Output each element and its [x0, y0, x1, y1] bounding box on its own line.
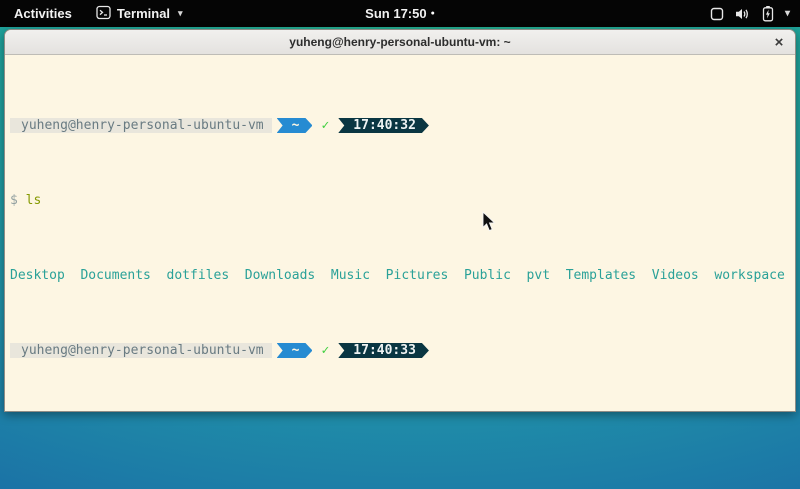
notification-dot: ●: [431, 10, 435, 17]
display-icon: [709, 6, 725, 22]
prompt-user-host: yuheng@henry-personal-ubuntu-vm: [10, 118, 272, 133]
clock[interactable]: Sun 17:50 ●: [365, 0, 435, 27]
command-text: ls: [26, 193, 42, 208]
window-title: yuheng@henry-personal-ubuntu-vm: ~: [289, 35, 510, 49]
prompt-line: yuheng@henry-personal-ubuntu-vm ~ ✓ 17:4…: [10, 118, 795, 133]
clock-label: Sun 17:50: [365, 6, 426, 21]
prompt-symbol: $: [10, 193, 18, 208]
close-button[interactable]: ×: [763, 30, 795, 54]
prompt-user-host: yuheng@henry-personal-ubuntu-vm: [10, 343, 272, 358]
terminal-content[interactable]: yuheng@henry-personal-ubuntu-vm ~ ✓ 17:4…: [5, 55, 795, 412]
window-titlebar[interactable]: yuheng@henry-personal-ubuntu-vm: ~ ×: [5, 30, 795, 55]
chevron-down-icon: ▾: [178, 8, 183, 19]
terminal-window: yuheng@henry-personal-ubuntu-vm: ~ × yuh…: [4, 29, 796, 412]
mouse-cursor-icon: [482, 211, 496, 232]
status-check-icon: ✓: [321, 118, 329, 133]
prompt-line: yuheng@henry-personal-ubuntu-vm ~ ✓ 17:4…: [10, 343, 795, 358]
terminal-app-icon: [96, 5, 111, 23]
top-bar: Activities Terminal ▾ Sun 17:50 ●: [0, 0, 800, 27]
prompt-cwd-segment: ~: [277, 118, 313, 133]
prompt-time-segment: 17:40:32: [338, 118, 429, 133]
app-menu-terminal[interactable]: Terminal ▾: [86, 0, 193, 27]
status-check-icon: ✓: [321, 343, 329, 358]
prompt-cwd-segment: ~: [277, 343, 313, 358]
ls-output: Desktop Documents dotfiles Downloads Mus…: [10, 268, 795, 283]
command-line: $ ls: [10, 193, 795, 208]
system-tray[interactable]: ▾: [709, 0, 794, 27]
app-menu-label: Terminal: [117, 6, 170, 21]
chevron-down-icon: ▾: [785, 8, 790, 19]
battery-charging-icon: [760, 5, 776, 22]
activities-button[interactable]: Activities: [0, 0, 86, 27]
volume-icon: [734, 6, 751, 22]
prompt-time-segment: 17:40:33: [338, 343, 429, 358]
